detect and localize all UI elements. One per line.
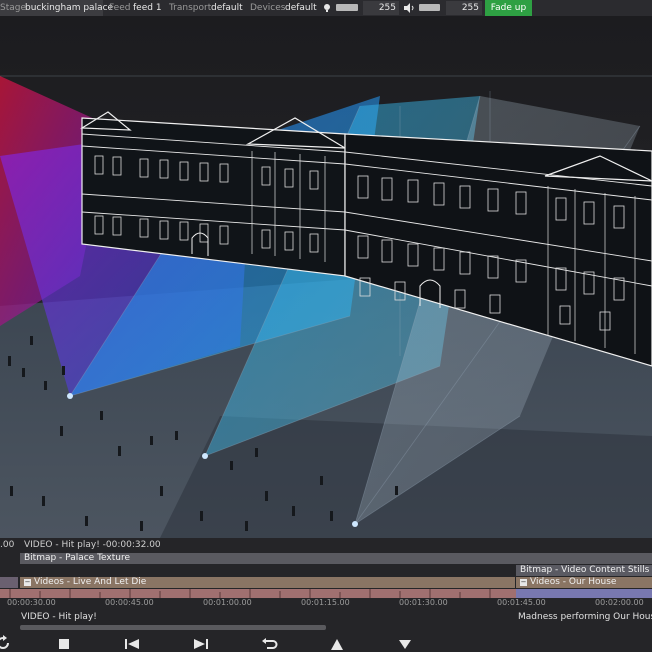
collapse-icon[interactable]: − (520, 579, 527, 586)
cue-right: Madness performing Our House (518, 612, 652, 622)
skip-back-icon[interactable] (123, 634, 141, 652)
collapse-icon[interactable]: − (24, 579, 31, 586)
status-line: VIDEO - Hit play! -00:00:32.00 (24, 540, 161, 550)
track-bitmap-palace[interactable]: Bitmap - Palace Texture (20, 553, 652, 564)
ruler-tick: 00:00:30.00 (7, 598, 56, 607)
stop-icon[interactable] (55, 634, 73, 652)
top-toolbar: Stage buckingham palace Feed feed 1 Tran… (0, 0, 652, 16)
undo-icon[interactable] (260, 634, 278, 652)
track-label: Bitmap - Palace Texture (24, 553, 131, 563)
ruler-tick: 00:01:15.00 (301, 598, 350, 607)
ruler-tick: 00:01:30.00 (399, 598, 448, 607)
arrow-up-icon[interactable] (328, 634, 346, 652)
volume-slider[interactable] (419, 4, 440, 11)
ruler-tick: 00:02:00.00 (595, 598, 644, 607)
track-videos-house[interactable]: − Videos - Our House (516, 577, 652, 588)
stage-label: Stage (0, 3, 27, 13)
stage-value[interactable]: buckingham palace (25, 0, 113, 16)
transport-value[interactable]: default (211, 0, 243, 16)
volume-value[interactable]: 255 (446, 1, 482, 15)
fade-up-button[interactable]: Fade up (485, 0, 532, 16)
track-stub[interactable] (0, 577, 18, 588)
speaker-icon (404, 3, 414, 13)
ruler-tick: 00:01:45.00 (497, 598, 546, 607)
track-videos-live[interactable]: − Videos - Live And Let Die (20, 577, 515, 588)
brightness-slider[interactable] (336, 4, 358, 11)
devices-label: Devices (250, 3, 286, 13)
transport-label: Transport (169, 3, 212, 13)
feed-value[interactable]: feed 1 (133, 0, 162, 16)
ruler-tick: 00:00:45.00 (105, 598, 154, 607)
ruler-tick: 00:01:00.00 (203, 598, 252, 607)
devices-value[interactable]: default (285, 0, 317, 16)
timeline-scrollbar[interactable] (20, 625, 326, 630)
cue-left: VIDEO - Hit play! (21, 612, 97, 622)
track-bitmap-stills[interactable]: Bitmap - Video Content Stills (516, 565, 652, 576)
timecode-prefix: .00 (0, 540, 15, 550)
skip-forward-icon[interactable] (192, 634, 210, 652)
audio-waveform[interactable] (0, 589, 652, 598)
brightness-value[interactable]: 255 (363, 1, 399, 15)
track-label: Bitmap - Video Content Stills (520, 565, 650, 575)
track-label: Videos - Live And Let Die (34, 577, 147, 587)
bulb-icon (324, 4, 330, 12)
palace-scene (0, 16, 652, 538)
refresh-icon[interactable] (0, 634, 12, 652)
arrow-down-icon[interactable] (396, 634, 414, 652)
stage-viewport[interactable] (0, 16, 652, 538)
feed-label: Feed (109, 3, 131, 13)
track-label: Videos - Our House (530, 577, 617, 587)
